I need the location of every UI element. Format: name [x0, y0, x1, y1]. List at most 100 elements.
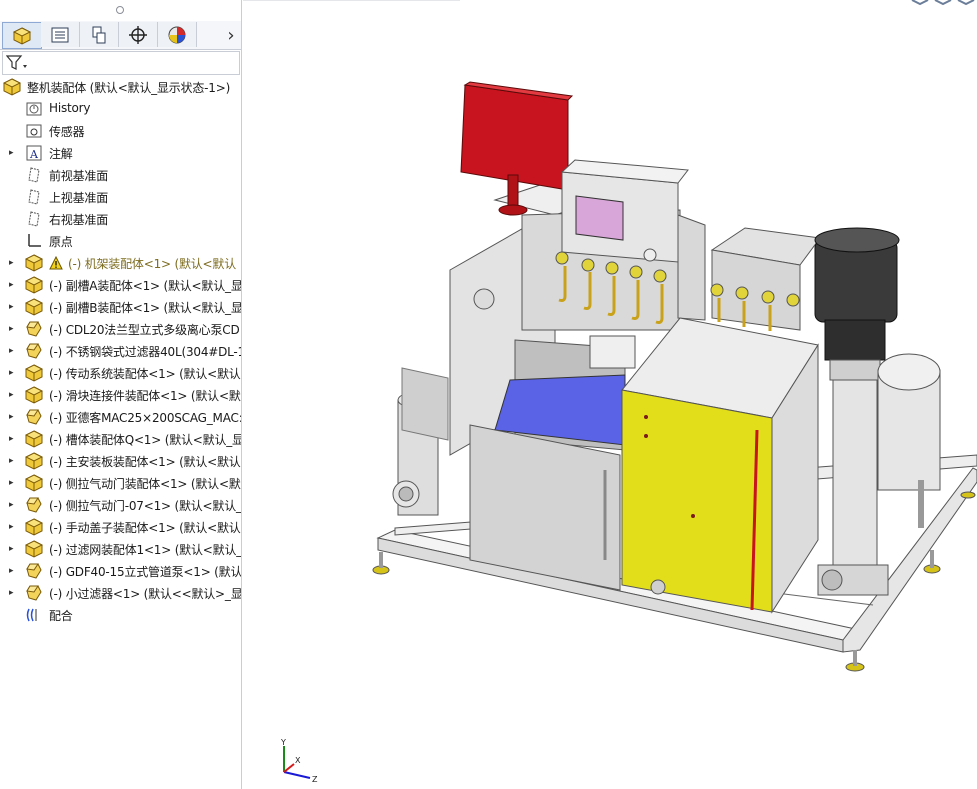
expand-arrow-icon[interactable]: ▸	[9, 566, 17, 576]
origin-icon	[28, 234, 41, 247]
tree-root-item[interactable]: 整机装配体 (默认<默认_显示状态-1>)	[0, 76, 241, 98]
tree-item-label: 注解	[49, 147, 73, 161]
expand-arrow-icon[interactable]: ▸	[9, 434, 17, 444]
tree-item[interactable]: ▸ (-) CDL20法兰型立式多级离心泵CD	[0, 318, 241, 340]
expand-arrow-icon[interactable]: ▸	[9, 280, 17, 290]
tree-item-label: (-) 传动系统装配体<1> (默认<默认	[49, 367, 241, 381]
heads-up-toolbar-icon[interactable]	[911, 0, 975, 6]
tab-dimxpert-manager[interactable]	[119, 22, 158, 47]
tree-item[interactable]: ▸ (-) 手动盖子装配体<1> (默认<默认	[0, 516, 241, 538]
expand-arrow-icon[interactable]: ▸	[9, 390, 17, 400]
tree-item-label: 右视基准面	[49, 213, 109, 227]
resize-nub-icon	[241, 399, 242, 413]
tree-item-label: (-) 侧拉气动门-07<1> (默认<默认_	[49, 499, 242, 513]
tree-item[interactable]: ▸ (-) 亚德客MAC25×200SCAG_MAC:	[0, 406, 241, 428]
subassembly-icon	[25, 386, 43, 404]
tree-item[interactable]: ▸ A 注解	[0, 142, 241, 164]
triad-x-label: X	[295, 756, 301, 765]
panel-grip[interactable]	[0, 0, 241, 20]
subassembly-icon	[25, 474, 43, 492]
expand-arrow-icon[interactable]: ▸	[9, 544, 17, 554]
subassembly-icon	[25, 298, 43, 316]
expand-arrow-icon[interactable]: ▸	[9, 412, 17, 422]
tree-item[interactable]: ▸ (-) 滑块连接件装配体<1> (默认<默	[0, 384, 241, 406]
plane-icon	[28, 211, 40, 227]
tree-item-label: 整机装配体 (默认<默认_显示状态-1>)	[27, 81, 231, 95]
tree-item-label: History	[49, 101, 91, 115]
expand-arrow-icon[interactable]: ▸	[9, 148, 17, 158]
subassembly-icon	[25, 430, 43, 448]
expand-arrow-icon[interactable]: ▸	[9, 522, 17, 532]
expand-arrow-icon[interactable]: ▸	[9, 456, 17, 466]
tree-item[interactable]: 前视基准面	[0, 164, 241, 186]
root-assembly-icon	[3, 78, 21, 96]
tree-item-label: 配合	[49, 609, 73, 623]
property-manager-icon	[51, 27, 69, 42]
tree-item[interactable]: ▸ (-) 副槽B装配体<1> (默认<默认_显	[0, 296, 241, 318]
display-manager-icon	[168, 26, 186, 43]
tree-item-label: (-) 过滤网装配体1<1> (默认<默认_	[49, 543, 242, 557]
expand-arrow-icon[interactable]: ▸	[9, 324, 17, 334]
part-icon	[26, 321, 42, 337]
tab-overflow-chevron-icon[interactable]: ›	[222, 25, 240, 46]
tree-item[interactable]: ▸ (-) 小过滤器<1> (默认<<默认>_显:	[0, 582, 241, 604]
tree-item[interactable]: History	[0, 98, 241, 120]
tree-item[interactable]: 传感器	[0, 120, 241, 142]
tree-item[interactable]: ▸ (-) 过滤网装配体1<1> (默认<默认_	[0, 538, 241, 560]
tab-display-manager[interactable]	[158, 22, 197, 47]
tree-item[interactable]: 右视基准面	[0, 208, 241, 230]
triad-y-label: Y	[280, 738, 286, 747]
subassembly-icon	[25, 364, 43, 382]
tree-item[interactable]: ▸ (-) GDF40-15立式管道泵<1> (默认	[0, 560, 241, 582]
tree-item-label: 原点	[49, 235, 73, 249]
tree-item-label: (-) 不锈钢袋式过滤器40L(304#DL-1	[49, 345, 242, 359]
tree-item-label: (-) 主安装板装配体<1> (默认<默认	[49, 455, 241, 469]
part-icon	[26, 585, 42, 601]
tree-filter-box[interactable]	[2, 51, 240, 75]
tree-item[interactable]: ▸ (-) 不锈钢袋式过滤器40L(304#DL-1	[0, 340, 241, 362]
graphics-viewport[interactable]	[243, 0, 977, 789]
tab-feature-manager[interactable]	[2, 22, 42, 49]
expand-arrow-icon[interactable]: ▸	[9, 478, 17, 488]
configuration-manager-icon	[92, 26, 106, 43]
tree-item[interactable]: ▸ (-) 主安装板装配体<1> (默认<默认	[0, 450, 241, 472]
tree-item[interactable]: 上视基准面	[0, 186, 241, 208]
expand-arrow-icon[interactable]: ▸	[9, 368, 17, 378]
assembly-model-render[interactable]	[243, 0, 977, 789]
subassembly-icon	[25, 518, 43, 536]
tree-item[interactable]: 原点	[0, 230, 241, 252]
tree-item-label: (-) GDF40-15立式管道泵<1> (默认	[49, 565, 242, 579]
tree-item[interactable]: ▸ (-) 侧拉气动门-07<1> (默认<默认_	[0, 494, 241, 516]
subassembly-icon	[25, 254, 43, 272]
tab-property-manager[interactable]	[41, 22, 80, 47]
dimxpert-manager-icon	[129, 25, 147, 44]
expand-arrow-icon[interactable]: ▸	[9, 500, 17, 510]
tree-item[interactable]: 配合	[0, 604, 241, 626]
expand-arrow-icon[interactable]: ▸	[9, 302, 17, 312]
expand-arrow-icon[interactable]: ▸	[9, 346, 17, 356]
tree-item[interactable]: ▸ (-) 机架装配体<1> (默认<默认	[0, 252, 241, 274]
svg-text:A: A	[29, 148, 39, 161]
tree-item-label: (-) 副槽B装配体<1> (默认<默认_显	[49, 301, 242, 315]
subassembly-icon	[25, 452, 43, 470]
tab-configuration-manager[interactable]	[80, 22, 119, 47]
subassembly-icon	[25, 540, 43, 558]
tree-item[interactable]: ▸ (-) 侧拉气动门装配体<1> (默认<默	[0, 472, 241, 494]
panel-resize-handle[interactable]	[241, 395, 242, 415]
tree-item[interactable]: ▸ (-) 副槽A装配体<1> (默认<默认_显	[0, 274, 241, 296]
z-axis-icon	[283, 771, 311, 779]
tree-item-label: (-) 副槽A装配体<1> (默认<默认_显	[49, 279, 242, 293]
annotations-icon: A	[26, 145, 42, 161]
history-icon	[26, 102, 42, 116]
tree-item[interactable]: ▸ (-) 传动系统装配体<1> (默认<默认	[0, 362, 241, 384]
feature-manager-icon	[12, 26, 32, 45]
expand-arrow-icon[interactable]: ▸	[9, 258, 17, 268]
mates-icon	[26, 608, 37, 622]
plane-icon	[28, 167, 40, 183]
tree-item-label: (-) 滑块连接件装配体<1> (默认<默	[49, 389, 241, 403]
expand-arrow-icon[interactable]: ▸	[9, 588, 17, 598]
feature-manager-panel: › 整机装配体 (默认<默认_显示状态-1>) History 传感器 ▸ A 注解前视基…	[0, 0, 242, 789]
tree-item-label: (-) 侧拉气动门装配体<1> (默认<默	[49, 477, 241, 491]
tree-item[interactable]: ▸ (-) 槽体装配体Q<1> (默认<默认_显	[0, 428, 241, 450]
sensor-folder-icon	[26, 124, 42, 138]
